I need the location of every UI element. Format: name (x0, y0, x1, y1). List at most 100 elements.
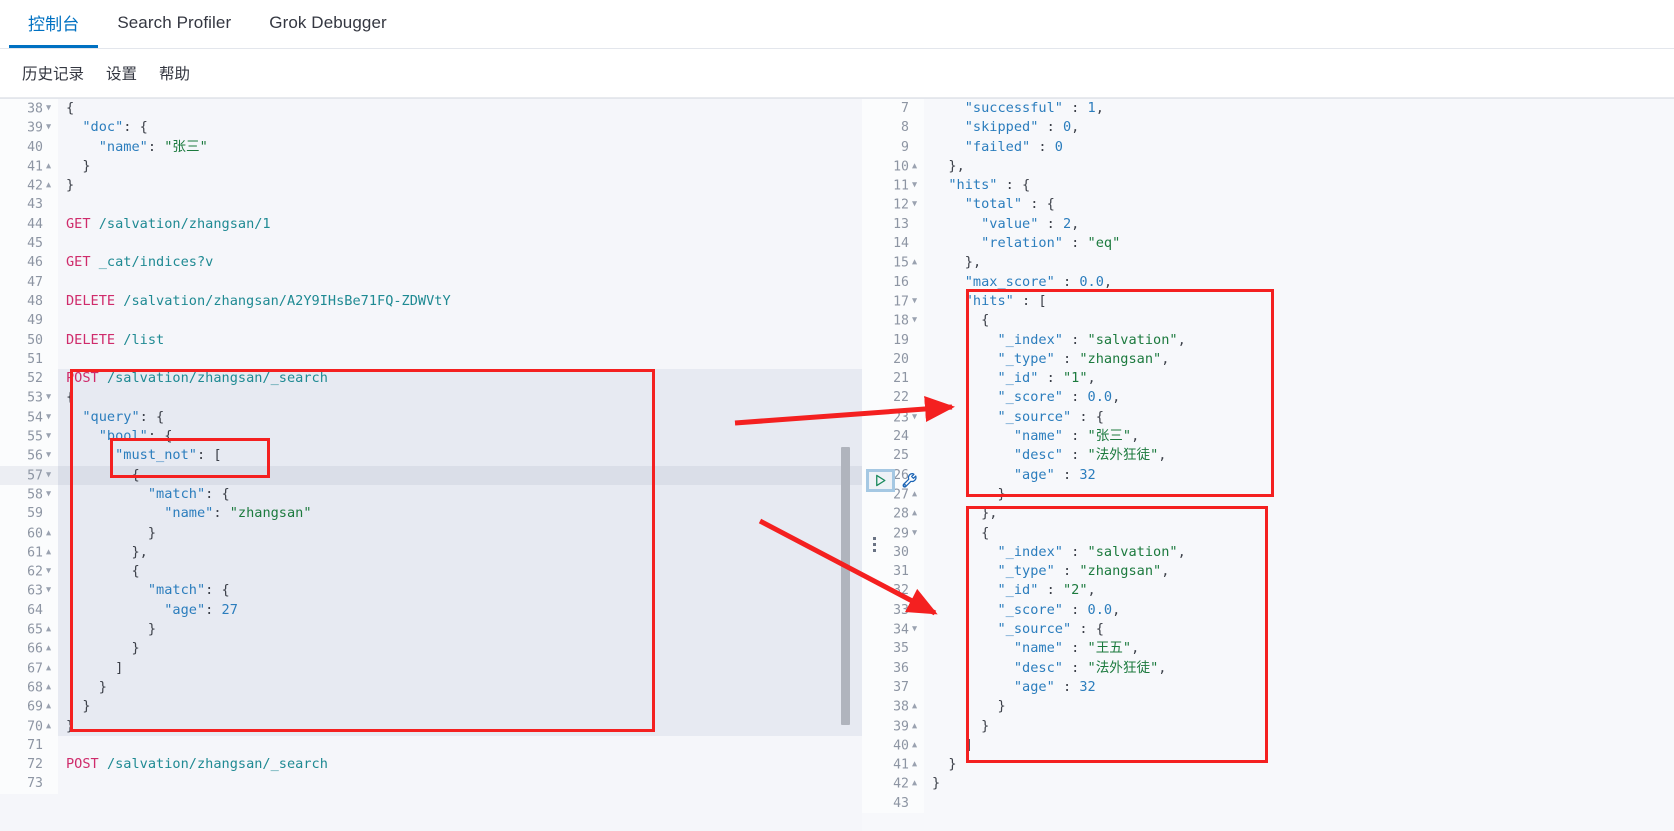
fold-open-icon[interactable]: ▼ (43, 388, 54, 407)
code-line[interactable]: 44 GET /salvation/zhangsan/1 (0, 214, 862, 235)
code-line[interactable]: 72 POST /salvation/zhangsan/_search (0, 755, 862, 775)
pane-resizer-handle[interactable] (873, 537, 876, 552)
code-line[interactable]: 48 DELETE /salvation/zhangsan/A2Y9IHsBe71… (0, 291, 862, 312)
code-line[interactable]: 25 "desc" : "法外狂徒", (862, 446, 1674, 466)
fold-open-icon[interactable]: ▼ (909, 292, 920, 311)
code-line[interactable]: 38 ▲ } (862, 697, 1674, 717)
fold-close-icon[interactable]: ▲ (43, 639, 54, 658)
fold-open-icon[interactable]: ▼ (43, 581, 54, 600)
fold-close-icon[interactable]: ▲ (43, 697, 54, 716)
fold-open-icon[interactable]: ▼ (43, 99, 54, 118)
code-line[interactable]: 29 ▼ { (862, 523, 1674, 543)
code-line[interactable]: 40 ▲ ] (862, 735, 1674, 756)
code-line[interactable]: 73 (0, 774, 862, 794)
code-line[interactable]: 24 "name" : "张三", (862, 427, 1674, 447)
code-line[interactable]: 28 ▲ }, (862, 504, 1674, 524)
code-line[interactable]: 40 "name": "张三" (0, 137, 862, 157)
code-line[interactable]: 19 "_index" : "salvation", (862, 330, 1674, 350)
code-line[interactable]: 30 "_index" : "salvation", (862, 542, 1674, 563)
code-line[interactable]: 16 "max_score" : 0.0, (862, 272, 1674, 292)
fold-close-icon[interactable]: ▲ (43, 717, 54, 736)
fold-open-icon[interactable]: ▼ (43, 562, 54, 581)
code-line[interactable]: 36 "desc" : "法外狂徒", (862, 658, 1674, 678)
fold-open-icon[interactable]: ▼ (43, 446, 54, 465)
code-line[interactable]: 46 GET _cat/indices?v (0, 253, 862, 273)
code-line[interactable]: 51 (0, 349, 862, 370)
code-line[interactable]: 47 (0, 272, 862, 292)
code-line[interactable]: 23 ▼ "_source" : { (862, 407, 1674, 428)
fold-close-icon[interactable]: ▲ (43, 157, 54, 176)
code-line[interactable]: 68 ▲ } (0, 677, 862, 698)
code-line[interactable]: 26 "age" : 32 (862, 465, 1674, 485)
code-line[interactable]: 39 ▲ } (862, 716, 1674, 736)
code-line[interactable]: 71 (0, 735, 862, 756)
code-line[interactable]: 33 "_score" : 0.0, (862, 600, 1674, 621)
menu-item-settings[interactable]: 设置 (106, 62, 137, 84)
request-editor-pane[interactable]: 38 ▼{39 ▼ "doc": {40 "name": "张三" 41 ▲ } 42 ▲}… (0, 99, 862, 831)
code-line[interactable]: 39 ▼ "doc": { (0, 118, 862, 138)
code-line[interactable]: 53 ▼{ (0, 388, 862, 408)
code-line[interactable]: 22 "_score" : 0.0, (862, 388, 1674, 408)
code-line[interactable]: 35 "name" : "王五", (862, 639, 1674, 659)
tab-grok-debugger[interactable]: Grok Debugger (250, 0, 406, 48)
fold-close-icon[interactable]: ▲ (909, 504, 920, 523)
tab-search-profiler[interactable]: Search Profiler (98, 0, 250, 48)
code-line[interactable]: 27 ▲ } (862, 484, 1674, 505)
fold-open-icon[interactable]: ▼ (909, 524, 920, 543)
code-line[interactable]: 58 ▼ "match": { (0, 484, 862, 505)
code-line[interactable]: 21 "_id" : "1", (862, 369, 1674, 389)
fold-open-icon[interactable]: ▼ (43, 118, 54, 137)
fold-close-icon[interactable]: ▲ (909, 755, 920, 774)
menu-item-history[interactable]: 历史记录 (22, 62, 84, 84)
code-line[interactable]: 55 ▼ "bool": { (0, 427, 862, 447)
code-line[interactable]: 34 ▼ "_source" : { (862, 620, 1674, 640)
code-line[interactable]: 62 ▼ { (0, 562, 862, 582)
code-line[interactable]: 63 ▼ "match": { (0, 581, 862, 601)
request-editor-code[interactable]: 38 ▼{39 ▼ "doc": {40 "name": "张三" 41 ▲ } 42 ▲}… (0, 99, 862, 794)
code-line[interactable]: 60 ▲ } (0, 523, 862, 543)
code-line[interactable]: 69 ▲ } (0, 697, 862, 717)
code-line[interactable]: 17 ▼ "hits" : [ (862, 291, 1674, 312)
fold-close-icon[interactable]: ▲ (909, 253, 920, 272)
code-line[interactable]: 15 ▲ }, (862, 253, 1674, 273)
code-line[interactable]: 61 ▲ }, (0, 542, 862, 563)
play-button[interactable] (866, 469, 895, 492)
code-line[interactable]: 67 ▲ ] (0, 658, 862, 678)
code-line[interactable]: 43 (0, 195, 862, 215)
code-line[interactable]: 31 "_type" : "zhangsan", (862, 562, 1674, 582)
code-line[interactable]: 41 ▲ } (862, 755, 1674, 775)
code-line[interactable]: 41 ▲ } (0, 156, 862, 177)
code-line[interactable]: 57 ▼ { (0, 465, 862, 485)
code-line[interactable]: 64 "age": 27 (0, 600, 862, 621)
code-line[interactable]: 10 ▲ }, (862, 156, 1674, 177)
fold-open-icon[interactable]: ▼ (43, 408, 54, 427)
code-line[interactable]: 45 (0, 234, 862, 254)
wrench-button[interactable] (901, 472, 919, 490)
code-line[interactable]: 54 ▼ "query": { (0, 407, 862, 428)
fold-close-icon[interactable]: ▲ (43, 620, 54, 639)
fold-close-icon[interactable]: ▲ (43, 524, 54, 543)
fold-close-icon[interactable]: ▲ (909, 697, 920, 716)
fold-open-icon[interactable]: ▼ (909, 311, 920, 330)
menu-item-help[interactable]: 帮助 (159, 62, 190, 84)
code-line[interactable]: 8 "skipped" : 0, (862, 118, 1674, 138)
code-line[interactable]: 43 (862, 793, 1674, 813)
code-line[interactable]: 42 ▲} (862, 774, 1674, 794)
fold-open-icon[interactable]: ▼ (43, 466, 54, 485)
fold-close-icon[interactable]: ▲ (43, 659, 54, 678)
fold-open-icon[interactable]: ▼ (909, 408, 920, 427)
code-line[interactable]: 37 "age" : 32 (862, 677, 1674, 698)
code-line[interactable]: 12 ▼ "total" : { (862, 195, 1674, 215)
code-line[interactable]: 65 ▲ } (0, 620, 862, 640)
code-line[interactable]: 66 ▲ } (0, 639, 862, 659)
code-line[interactable]: 49 (0, 311, 862, 331)
response-viewer-code[interactable]: 7 "successful" : 1, 8 "skipped" : 0, 9 "fa… (862, 99, 1674, 813)
fold-close-icon[interactable]: ▲ (909, 736, 920, 755)
code-line[interactable]: 38 ▼{ (0, 99, 862, 119)
fold-close-icon[interactable]: ▲ (909, 157, 920, 176)
code-line[interactable]: 20 "_type" : "zhangsan", (862, 349, 1674, 370)
code-line[interactable]: 11 ▼ "hits" : { (862, 176, 1674, 196)
response-viewer-pane[interactable]: 7 "successful" : 1, 8 "skipped" : 0, 9 "fa… (862, 99, 1674, 831)
code-line[interactable]: 14 "relation" : "eq" (862, 234, 1674, 254)
fold-open-icon[interactable]: ▼ (909, 176, 920, 195)
